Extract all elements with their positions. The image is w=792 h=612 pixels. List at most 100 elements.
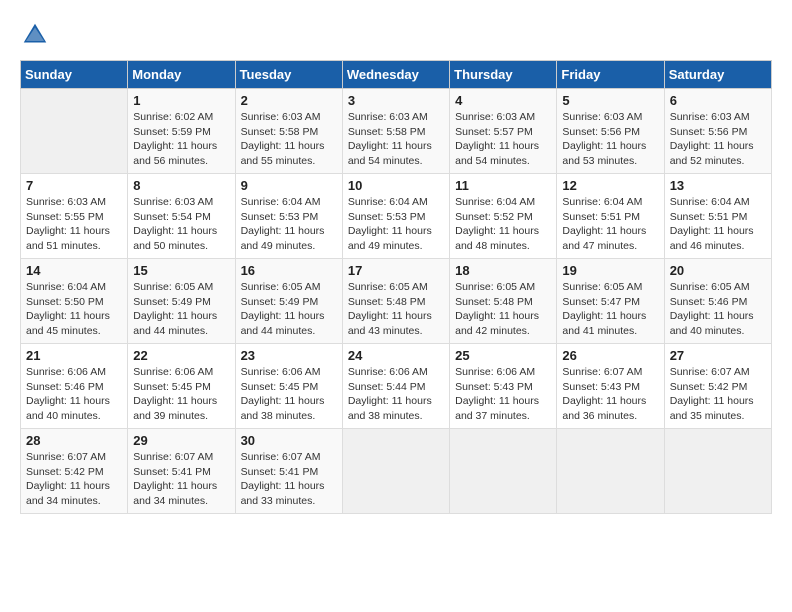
day-info: Sunrise: 6:02 AM Sunset: 5:59 PM Dayligh… bbox=[133, 110, 229, 169]
calendar-cell: 8 Sunrise: 6:03 AM Sunset: 5:54 PM Daylig… bbox=[128, 174, 235, 259]
day-number: 5 bbox=[562, 93, 658, 108]
day-info: Sunrise: 6:04 AM Sunset: 5:51 PM Dayligh… bbox=[562, 195, 658, 254]
day-number: 2 bbox=[241, 93, 337, 108]
day-number: 11 bbox=[455, 178, 551, 193]
calendar-cell: 25 Sunrise: 6:06 AM Sunset: 5:43 PM Dayli… bbox=[450, 344, 557, 429]
calendar-cell: 22 Sunrise: 6:06 AM Sunset: 5:45 PM Dayli… bbox=[128, 344, 235, 429]
day-info: Sunrise: 6:07 AM Sunset: 5:41 PM Dayligh… bbox=[241, 450, 337, 509]
calendar-cell: 28Sunrise: 6:07 AM Sunset: 5:42 PM Dayli… bbox=[21, 429, 128, 514]
calendar-cell: 2 Sunrise: 6:03 AM Sunset: 5:58 PM Daylig… bbox=[235, 89, 342, 174]
day-info: Sunrise: 6:05 AM Sunset: 5:48 PM Dayligh… bbox=[348, 280, 444, 339]
day-info: Sunrise: 6:06 AM Sunset: 5:45 PM Dayligh… bbox=[241, 365, 337, 424]
weekday-header-thursday: Thursday bbox=[450, 61, 557, 89]
day-info: Sunrise: 6:07 AM Sunset: 5:41 PM Dayligh… bbox=[133, 450, 229, 509]
day-info: Sunrise: 6:06 AM Sunset: 5:46 PM Dayligh… bbox=[26, 365, 122, 424]
day-info: Sunrise: 6:06 AM Sunset: 5:45 PM Dayligh… bbox=[133, 365, 229, 424]
day-info: Sunrise: 6:07 AM Sunset: 5:42 PM Dayligh… bbox=[670, 365, 766, 424]
day-number: 9 bbox=[241, 178, 337, 193]
day-info: Sunrise: 6:05 AM Sunset: 5:46 PM Dayligh… bbox=[670, 280, 766, 339]
day-number: 12 bbox=[562, 178, 658, 193]
calendar-cell bbox=[557, 429, 664, 514]
day-number: 26 bbox=[562, 348, 658, 363]
day-info: Sunrise: 6:04 AM Sunset: 5:53 PM Dayligh… bbox=[241, 195, 337, 254]
calendar-cell: 17 Sunrise: 6:05 AM Sunset: 5:48 PM Dayli… bbox=[342, 259, 449, 344]
calendar-cell: 6 Sunrise: 6:03 AM Sunset: 5:56 PM Daylig… bbox=[664, 89, 771, 174]
day-number: 30 bbox=[241, 433, 337, 448]
calendar-cell: 16 Sunrise: 6:05 AM Sunset: 5:49 PM Dayli… bbox=[235, 259, 342, 344]
calendar-cell: 30 Sunrise: 6:07 AM Sunset: 5:41 PM Dayli… bbox=[235, 429, 342, 514]
day-number: 17 bbox=[348, 263, 444, 278]
day-info: Sunrise: 6:03 AM Sunset: 5:58 PM Dayligh… bbox=[241, 110, 337, 169]
day-info: Sunrise: 6:03 AM Sunset: 5:57 PM Dayligh… bbox=[455, 110, 551, 169]
calendar-cell bbox=[342, 429, 449, 514]
calendar-cell: 27Sunrise: 6:07 AM Sunset: 5:42 PM Dayli… bbox=[664, 344, 771, 429]
day-number: 16 bbox=[241, 263, 337, 278]
calendar-cell: 12 Sunrise: 6:04 AM Sunset: 5:51 PM Dayli… bbox=[557, 174, 664, 259]
day-number: 25 bbox=[455, 348, 551, 363]
day-info: Sunrise: 6:05 AM Sunset: 5:48 PM Dayligh… bbox=[455, 280, 551, 339]
day-info: Sunrise: 6:03 AM Sunset: 5:58 PM Dayligh… bbox=[348, 110, 444, 169]
day-info: Sunrise: 6:03 AM Sunset: 5:54 PM Dayligh… bbox=[133, 195, 229, 254]
day-number: 8 bbox=[133, 178, 229, 193]
day-number: 29 bbox=[133, 433, 229, 448]
day-info: Sunrise: 6:04 AM Sunset: 5:50 PM Dayligh… bbox=[26, 280, 122, 339]
day-info: Sunrise: 6:05 AM Sunset: 5:49 PM Dayligh… bbox=[133, 280, 229, 339]
weekday-header-saturday: Saturday bbox=[664, 61, 771, 89]
day-number: 19 bbox=[562, 263, 658, 278]
day-info: Sunrise: 6:04 AM Sunset: 5:52 PM Dayligh… bbox=[455, 195, 551, 254]
weekday-header-sunday: Sunday bbox=[21, 61, 128, 89]
calendar-week-5: 28Sunrise: 6:07 AM Sunset: 5:42 PM Dayli… bbox=[21, 429, 772, 514]
calendar-week-2: 7 Sunrise: 6:03 AM Sunset: 5:55 PM Daylig… bbox=[21, 174, 772, 259]
calendar-cell bbox=[450, 429, 557, 514]
calendar-cell: 5 Sunrise: 6:03 AM Sunset: 5:56 PM Daylig… bbox=[557, 89, 664, 174]
day-info: Sunrise: 6:05 AM Sunset: 5:49 PM Dayligh… bbox=[241, 280, 337, 339]
day-info: Sunrise: 6:03 AM Sunset: 5:56 PM Dayligh… bbox=[670, 110, 766, 169]
calendar-cell: 9 Sunrise: 6:04 AM Sunset: 5:53 PM Daylig… bbox=[235, 174, 342, 259]
calendar-cell bbox=[21, 89, 128, 174]
day-info: Sunrise: 6:03 AM Sunset: 5:55 PM Dayligh… bbox=[26, 195, 122, 254]
calendar-week-1: 1 Sunrise: 6:02 AM Sunset: 5:59 PM Daylig… bbox=[21, 89, 772, 174]
calendar-cell: 3 Sunrise: 6:03 AM Sunset: 5:58 PM Daylig… bbox=[342, 89, 449, 174]
calendar-cell: 23Sunrise: 6:06 AM Sunset: 5:45 PM Dayli… bbox=[235, 344, 342, 429]
calendar-cell: 26 Sunrise: 6:07 AM Sunset: 5:43 PM Dayli… bbox=[557, 344, 664, 429]
day-number: 22 bbox=[133, 348, 229, 363]
logo-icon bbox=[20, 20, 50, 50]
day-info: Sunrise: 6:07 AM Sunset: 5:43 PM Dayligh… bbox=[562, 365, 658, 424]
weekday-header-monday: Monday bbox=[128, 61, 235, 89]
day-info: Sunrise: 6:05 AM Sunset: 5:47 PM Dayligh… bbox=[562, 280, 658, 339]
calendar-cell: 24Sunrise: 6:06 AM Sunset: 5:44 PM Dayli… bbox=[342, 344, 449, 429]
weekday-header-wednesday: Wednesday bbox=[342, 61, 449, 89]
calendar-cell: 29 Sunrise: 6:07 AM Sunset: 5:41 PM Dayli… bbox=[128, 429, 235, 514]
day-number: 10 bbox=[348, 178, 444, 193]
calendar-cell: 19 Sunrise: 6:05 AM Sunset: 5:47 PM Dayli… bbox=[557, 259, 664, 344]
calendar-table: SundayMondayTuesdayWednesdayThursdayFrid… bbox=[20, 60, 772, 514]
calendar-cell: 10Sunrise: 6:04 AM Sunset: 5:53 PM Dayli… bbox=[342, 174, 449, 259]
day-number: 3 bbox=[348, 93, 444, 108]
day-number: 4 bbox=[455, 93, 551, 108]
day-number: 14 bbox=[26, 263, 122, 278]
day-info: Sunrise: 6:04 AM Sunset: 5:51 PM Dayligh… bbox=[670, 195, 766, 254]
calendar-cell: 11 Sunrise: 6:04 AM Sunset: 5:52 PM Dayli… bbox=[450, 174, 557, 259]
day-info: Sunrise: 6:06 AM Sunset: 5:43 PM Dayligh… bbox=[455, 365, 551, 424]
day-number: 20 bbox=[670, 263, 766, 278]
calendar-cell: 15 Sunrise: 6:05 AM Sunset: 5:49 PM Dayli… bbox=[128, 259, 235, 344]
day-number: 6 bbox=[670, 93, 766, 108]
day-number: 1 bbox=[133, 93, 229, 108]
day-number: 28 bbox=[26, 433, 122, 448]
day-info: Sunrise: 6:06 AM Sunset: 5:44 PM Dayligh… bbox=[348, 365, 444, 424]
calendar-week-3: 14 Sunrise: 6:04 AM Sunset: 5:50 PM Dayli… bbox=[21, 259, 772, 344]
day-number: 18 bbox=[455, 263, 551, 278]
day-number: 13 bbox=[670, 178, 766, 193]
calendar-week-4: 21 Sunrise: 6:06 AM Sunset: 5:46 PM Dayli… bbox=[21, 344, 772, 429]
weekday-header-tuesday: Tuesday bbox=[235, 61, 342, 89]
day-number: 15 bbox=[133, 263, 229, 278]
weekday-header-friday: Friday bbox=[557, 61, 664, 89]
calendar-cell: 21 Sunrise: 6:06 AM Sunset: 5:46 PM Dayli… bbox=[21, 344, 128, 429]
day-number: 7 bbox=[26, 178, 122, 193]
day-number: 21 bbox=[26, 348, 122, 363]
calendar-cell bbox=[664, 429, 771, 514]
calendar-cell: 4 Sunrise: 6:03 AM Sunset: 5:57 PM Daylig… bbox=[450, 89, 557, 174]
calendar-cell: 13 Sunrise: 6:04 AM Sunset: 5:51 PM Dayli… bbox=[664, 174, 771, 259]
day-info: Sunrise: 6:03 AM Sunset: 5:56 PM Dayligh… bbox=[562, 110, 658, 169]
calendar-cell: 7 Sunrise: 6:03 AM Sunset: 5:55 PM Daylig… bbox=[21, 174, 128, 259]
